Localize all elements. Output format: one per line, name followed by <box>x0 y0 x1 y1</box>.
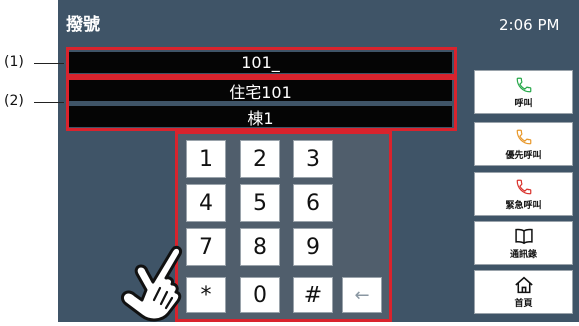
key-8[interactable]: 8 <box>240 228 280 266</box>
key-6[interactable]: 6 <box>293 184 333 222</box>
phone-icon <box>515 75 533 95</box>
book-icon <box>514 226 534 246</box>
priority-call-button[interactable]: 優先呼叫 <box>474 122 573 166</box>
callout-2-leader <box>34 102 64 103</box>
key-1[interactable]: 1 <box>186 140 226 178</box>
directory-button[interactable]: 通訊錄 <box>474 221 573 265</box>
home-label: 首頁 <box>514 299 533 309</box>
key-0[interactable]: 0 <box>240 277 280 313</box>
key-4[interactable]: 4 <box>186 184 226 222</box>
home-icon <box>514 275 534 295</box>
page-title: 撥號 <box>66 15 100 35</box>
emergency-call-button[interactable]: 緊急呼叫 <box>474 172 573 216</box>
emergency-call-label: 緊急呼叫 <box>505 201 542 211</box>
key-star[interactable]: * <box>186 277 226 313</box>
backspace-button[interactable]: ← <box>342 277 382 313</box>
clock: 2:06 PM <box>499 16 560 34</box>
callout-1: (1) <box>4 54 24 70</box>
pointing-hand-icon <box>112 244 190 322</box>
callout-2: (2) <box>4 93 24 109</box>
phone-icon <box>515 127 533 147</box>
key-9[interactable]: 9 <box>293 228 333 266</box>
key-hash[interactable]: # <box>293 277 333 313</box>
call-button[interactable]: 呼叫 <box>474 70 573 114</box>
callout-2-outline <box>66 77 457 131</box>
callout-1-leader <box>34 63 64 64</box>
key-7[interactable]: 7 <box>186 228 226 266</box>
priority-call-label: 優先呼叫 <box>505 151 542 161</box>
call-label: 呼叫 <box>514 99 533 109</box>
key-5[interactable]: 5 <box>240 184 280 222</box>
callout-1-outline <box>66 47 457 77</box>
phone-icon <box>515 177 533 197</box>
key-2[interactable]: 2 <box>240 140 280 178</box>
home-button[interactable]: 首頁 <box>474 270 573 314</box>
key-3[interactable]: 3 <box>293 140 333 178</box>
directory-label: 通訊錄 <box>509 250 537 260</box>
